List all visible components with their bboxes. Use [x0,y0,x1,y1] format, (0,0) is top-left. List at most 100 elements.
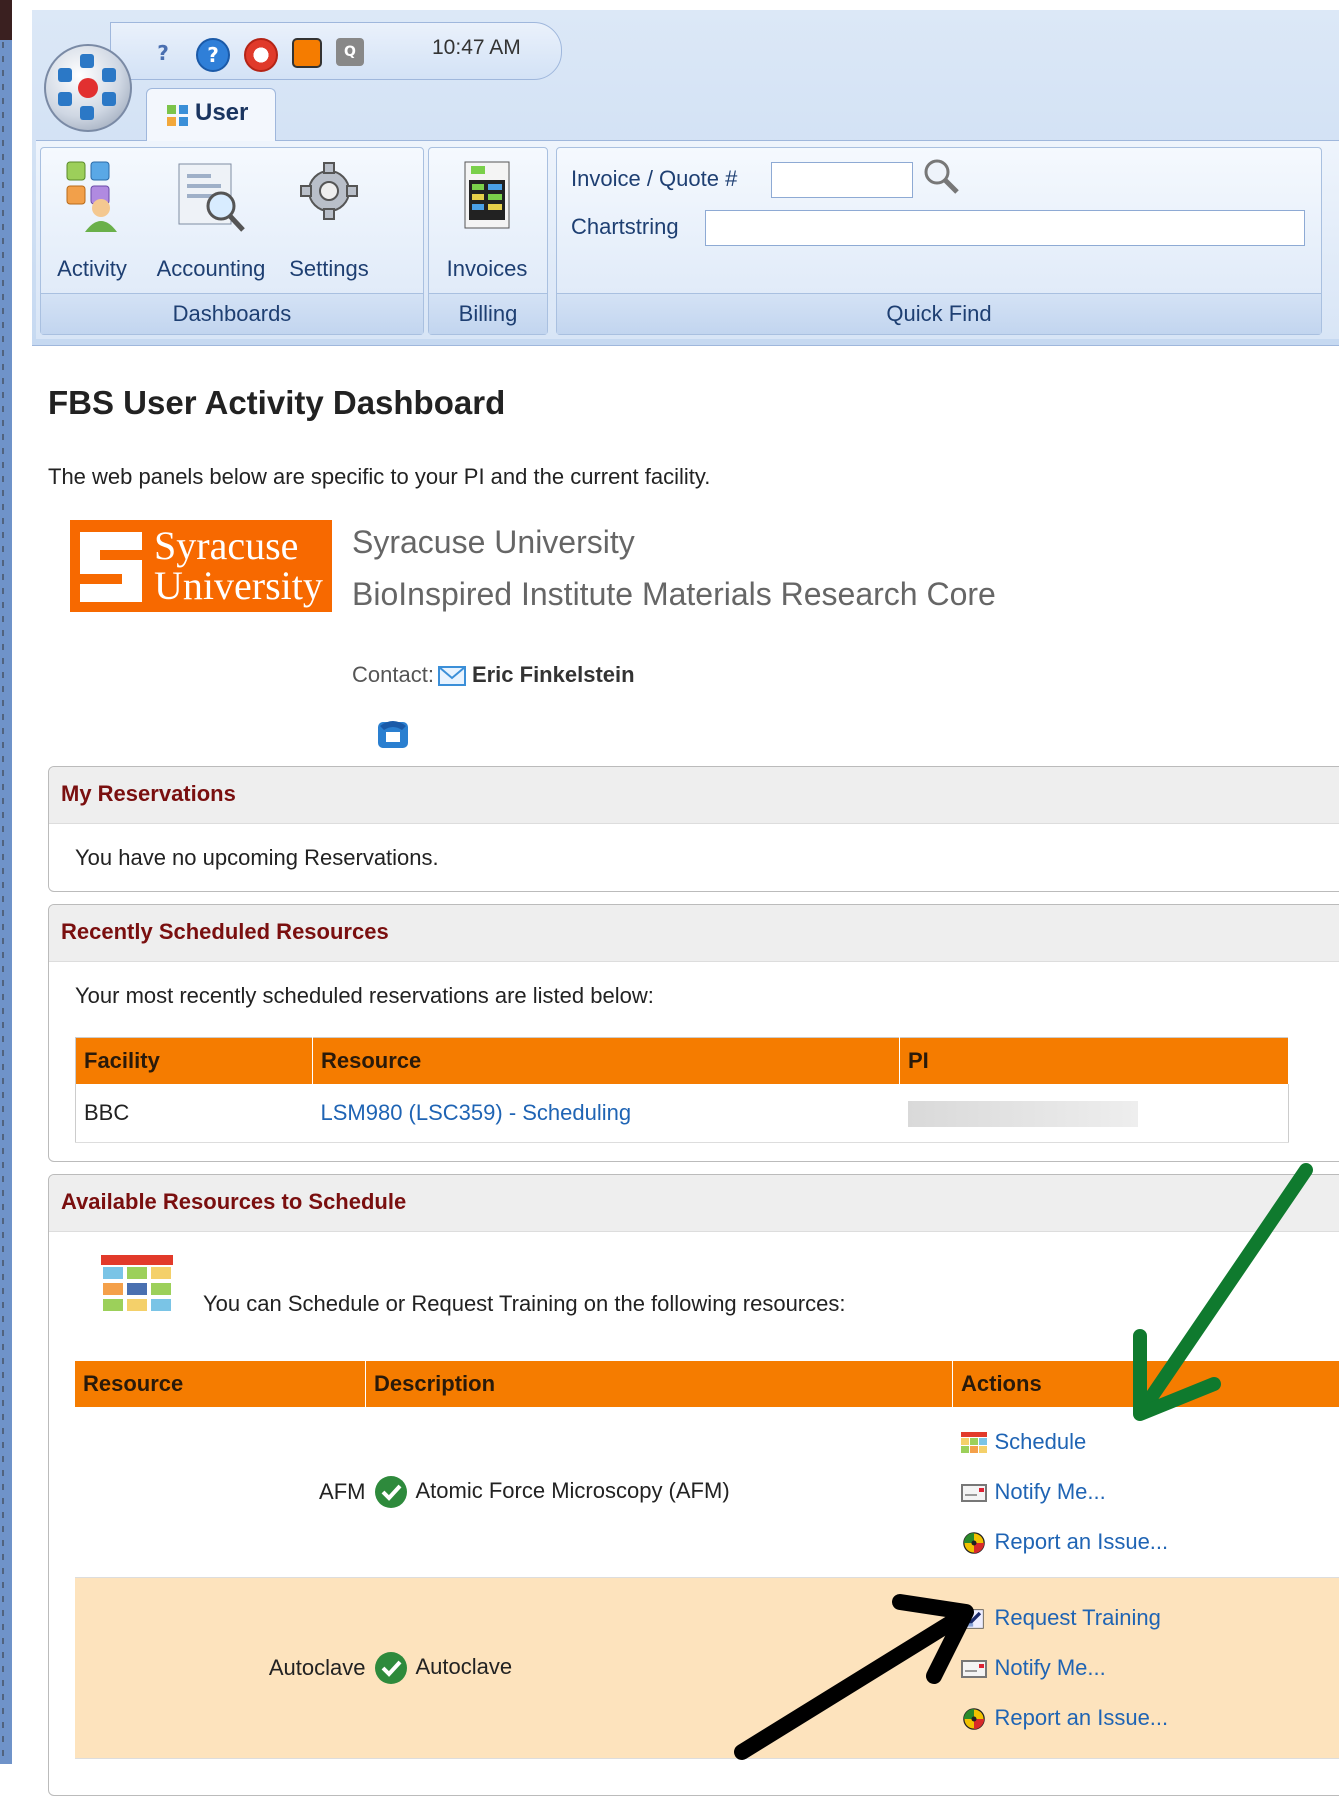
table-row: AFM Atomic Force Microscopy (AFM) Schedu… [75,1407,1339,1578]
accounting-icon [175,158,247,234]
schedule-action[interactable]: Schedule [961,1417,1337,1467]
pi-redacted [908,1101,1138,1127]
chartstring-input[interactable] [705,210,1305,246]
ribbon-group-label-billing: Billing [429,293,547,334]
panel-title: Available Resources to Schedule [61,1189,406,1215]
check-icon [374,1651,408,1685]
syracuse-logo: Syracuse University [70,520,332,612]
notify-link[interactable]: Notify Me... [995,1479,1106,1504]
accounting-label: Accounting [149,256,273,282]
report-issue-link[interactable]: Report an Issue... [995,1705,1169,1730]
settings-label: Settings [281,256,377,282]
panel-intro: You can Schedule or Request Training on … [203,1291,845,1317]
gear-icon [298,158,360,224]
report-issue-action[interactable]: Report an Issue... [961,1517,1337,1567]
report-issue-link[interactable]: Report an Issue... [995,1529,1169,1554]
search-icon[interactable] [921,156,961,196]
help-icon[interactable]: ? [196,38,230,72]
notify-action[interactable]: Notify Me... [961,1467,1337,1517]
table-row: Autoclave Autoclave Request Training Not… [75,1578,1339,1759]
settings-button[interactable]: Settings [281,158,377,288]
ribbon-group-dashboards: Activity Accounting Settings Dashboards [40,147,424,335]
s-logo-icon [76,528,146,606]
cell-description: Atomic Force Microscopy (AFM) [366,1407,953,1578]
ribbon-group-label-dashboards: Dashboards [41,293,423,334]
cell-resource: Autoclave [75,1578,366,1759]
page-title: FBS User Activity Dashboard [48,384,505,422]
description-text: Autoclave [416,1654,513,1679]
activity-label: Activity [49,256,135,282]
ribbon-group-billing: Invoices Billing [428,147,548,335]
table-row: BBC LSM980 (LSC359) - Scheduling [76,1084,1289,1143]
panel-my-reservations: My Reservations You have no upcoming Res… [48,766,1339,892]
logo-line-2: University [154,564,323,608]
cell-resource: AFM [75,1407,366,1578]
notify-action[interactable]: Notify Me... [961,1643,1337,1693]
col-resource[interactable]: Resource [75,1361,366,1407]
training-icon [961,1608,987,1630]
col-resource[interactable]: Resource [313,1038,900,1085]
phone-icon[interactable] [376,716,410,750]
panel-recent-resources: Recently Scheduled Resources Your most r… [48,904,1339,1162]
cell-pi [900,1084,1289,1143]
activity-icon [65,160,119,232]
panel-header: Recently Scheduled Resources [49,905,1339,962]
calendar-icon [961,1432,987,1454]
request-training-action[interactable]: Request Training [961,1593,1337,1643]
cell-facility: BBC [76,1084,313,1143]
notify-icon [961,1658,987,1680]
window-frame-left [0,0,12,1764]
panel-header: My Reservations [49,767,1339,824]
orange-square-icon[interactable] [292,38,322,68]
mail-icon[interactable] [438,666,466,686]
tab-user-label: User [195,99,248,127]
organization-name: Syracuse University [352,524,635,561]
invoices-button[interactable]: Invoices [437,158,537,288]
report-issue-action[interactable]: Report an Issue... [961,1693,1337,1743]
report-issue-icon [961,1532,987,1554]
report-issue-icon [961,1708,987,1730]
chartstring-label: Chartstring [571,214,679,240]
panel-title: Recently Scheduled Resources [61,919,389,945]
available-table: Resource Description Actions AFM Atomic … [75,1361,1339,1759]
invoice-icon [463,160,511,232]
request-training-link[interactable]: Request Training [995,1605,1161,1630]
lifebuoy-icon[interactable] [244,38,278,72]
col-actions[interactable]: Actions [953,1361,1339,1407]
clock: 10:47 AM [432,36,521,60]
panel-title: My Reservations [61,781,236,807]
cell-resource: LSM980 (LSC359) - Scheduling [313,1084,900,1143]
panel-available-resources: Available Resources to Schedule You can … [48,1174,1339,1796]
tab-user[interactable]: User [146,88,276,141]
core-name: BioInspired Institute Materials Research… [352,576,996,613]
check-icon [374,1475,408,1509]
q-icon[interactable]: Q [336,38,364,66]
activity-button[interactable]: Activity [49,158,135,288]
col-facility[interactable]: Facility [76,1038,313,1085]
contact-line: Contact: Eric Finkelstein [352,662,635,688]
ribbon-group-label-quickfind: Quick Find [557,293,1321,334]
accounting-button[interactable]: Accounting [149,158,273,288]
notify-icon [961,1482,987,1504]
schedule-link[interactable]: Schedule [995,1429,1087,1454]
col-pi[interactable]: PI [900,1038,1289,1085]
help-pointer-icon[interactable]: ? [148,38,178,68]
cell-description: Autoclave [366,1578,953,1759]
recent-table: Facility Resource PI BBC LSM980 (LSC359)… [75,1037,1289,1143]
resource-link[interactable]: LSM980 (LSC359) - Scheduling [321,1100,632,1125]
invoice-quote-input[interactable] [771,162,913,198]
description-text: Atomic Force Microscopy (AFM) [416,1478,730,1503]
col-description[interactable]: Description [366,1361,953,1407]
app-menu-orb[interactable] [44,44,132,132]
ribbon-group-quickfind: Invoice / Quote # Chartstring Quick Find [556,147,1322,335]
empty-message: You have no upcoming Reservations. [75,845,439,871]
table-header-row: Facility Resource PI [76,1038,1289,1085]
contact-name[interactable]: Eric Finkelstein [472,662,635,687]
page-intro: The web panels below are specific to you… [48,464,710,490]
notify-link[interactable]: Notify Me... [995,1655,1106,1680]
invoices-label: Invoices [437,256,537,282]
contact-label: Contact: [352,662,434,687]
invoice-quote-label: Invoice / Quote # [571,166,737,192]
logo-line-1: Syracuse [154,524,298,568]
cell-actions: Schedule Notify Me... Report an Issue... [953,1407,1339,1578]
